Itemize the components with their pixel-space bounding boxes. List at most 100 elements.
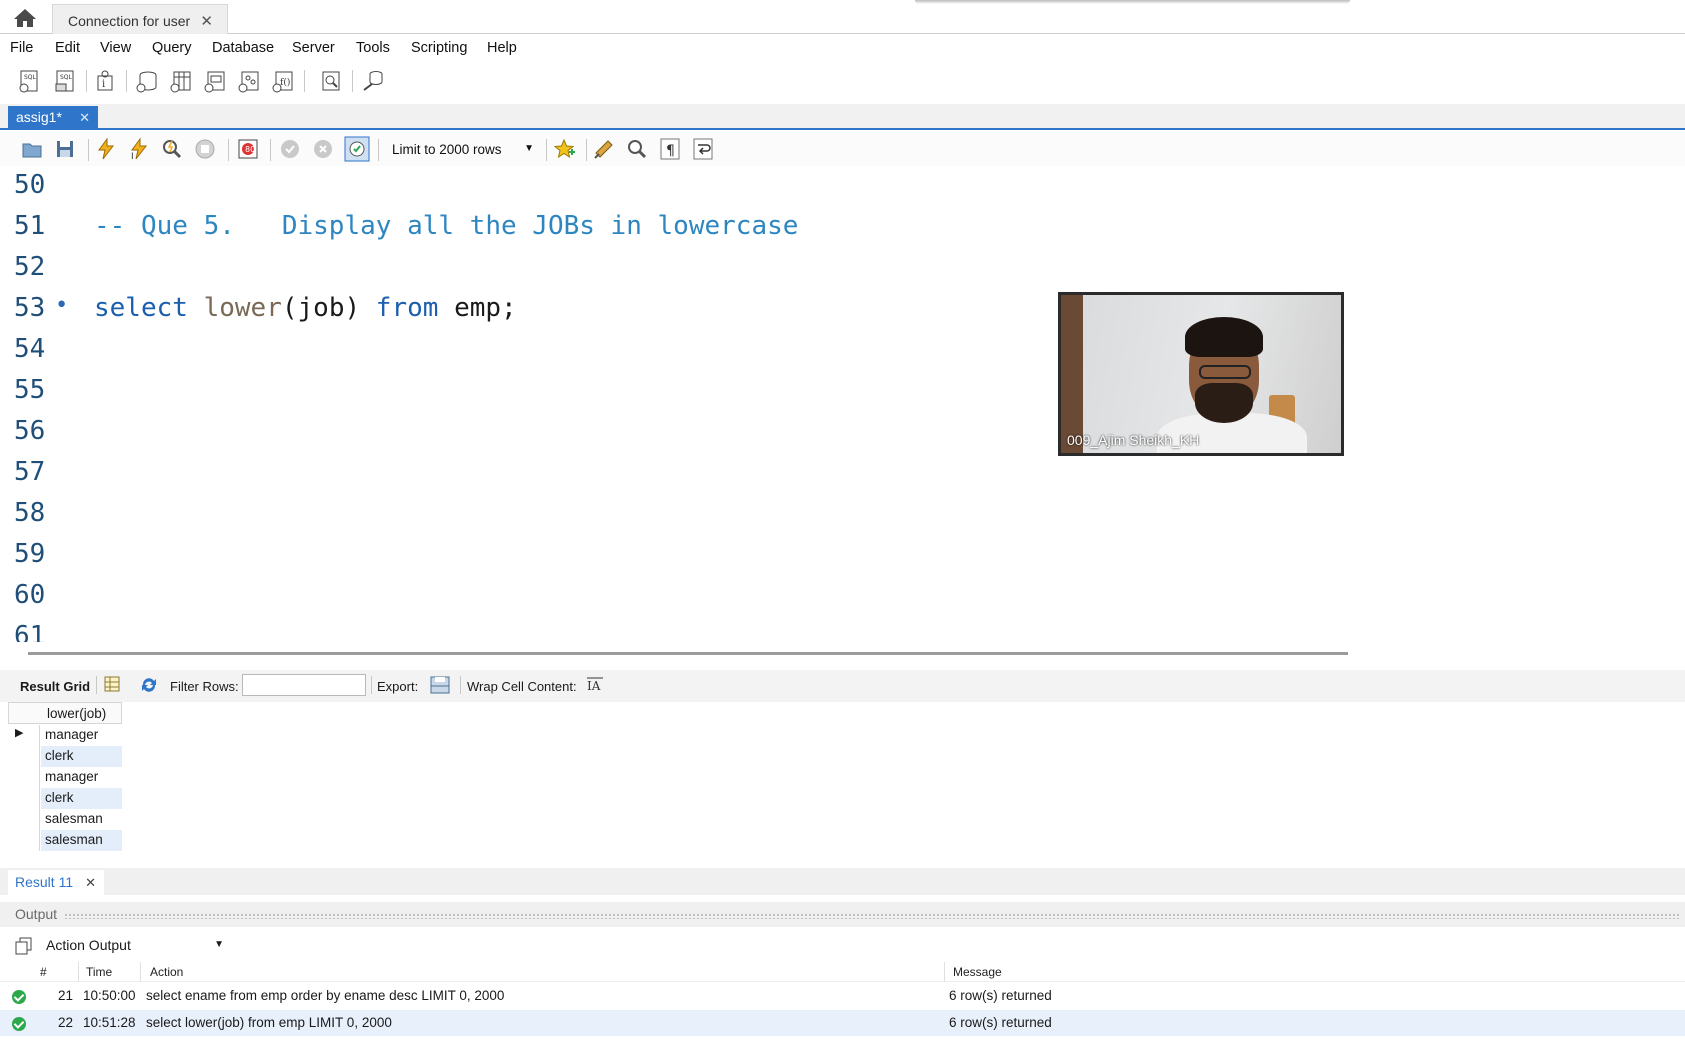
output-type-select[interactable]: Action Output ▼	[40, 933, 230, 957]
close-icon[interactable]: ✕	[79, 110, 90, 126]
explain-icon[interactable]	[160, 137, 186, 163]
menu-database[interactable]: Database	[212, 40, 274, 56]
menu-query[interactable]: Query	[152, 40, 192, 56]
row-header[interactable]	[8, 830, 40, 851]
rollback-icon[interactable]	[311, 137, 337, 163]
close-icon[interactable]: ✕	[200, 12, 213, 30]
column-header[interactable]: lower(job)	[8, 702, 122, 724]
horizontal-scrollbar[interactable]	[28, 652, 1348, 655]
grid-view-icon[interactable]	[102, 674, 122, 694]
table-row[interactable]: ▶ manager	[8, 725, 122, 746]
new-sql-tab-icon[interactable]: SQL	[16, 68, 42, 94]
toolbar-separator	[88, 139, 89, 161]
reconnect-icon[interactable]	[360, 68, 386, 94]
query-tab-assig1[interactable]: assig1* ✕	[8, 106, 98, 130]
open-file-icon[interactable]	[20, 137, 46, 163]
create-procedure-icon[interactable]	[236, 68, 262, 94]
filter-rows-input[interactable]	[242, 674, 366, 696]
menu-edit[interactable]: Edit	[55, 40, 80, 56]
toolbar-separator	[586, 139, 587, 161]
menu-view[interactable]: View	[100, 40, 131, 56]
commit-icon[interactable]	[278, 137, 304, 163]
row-header[interactable]	[8, 809, 40, 830]
filter-rows-label: Filter Rows:	[170, 679, 239, 694]
create-schema-icon[interactable]	[134, 68, 160, 94]
toolbar-separator	[126, 70, 127, 92]
save-icon[interactable]	[53, 137, 79, 163]
stop-on-error-icon[interactable]: 80	[236, 137, 262, 163]
execute-icon[interactable]	[94, 137, 120, 163]
row-header[interactable]	[8, 746, 40, 767]
create-table-icon[interactable]	[168, 68, 194, 94]
row-header[interactable]: ▶	[8, 725, 40, 746]
row-header[interactable]	[8, 788, 40, 809]
editor-line: 60	[0, 580, 1685, 621]
menu-file[interactable]: File	[10, 40, 33, 56]
result-tab[interactable]: Result 11 ✕	[8, 870, 104, 895]
find-icon[interactable]	[625, 137, 651, 163]
toolbar-separator	[460, 676, 461, 694]
add-snippet-icon[interactable]	[552, 137, 578, 163]
create-function-icon[interactable]: f()	[270, 68, 296, 94]
autocommit-toggle-icon[interactable]	[344, 136, 370, 162]
svg-text:80: 80	[245, 145, 255, 154]
sql-function: lower	[203, 293, 282, 323]
sql-editor[interactable]: 50 51 -- Que 5. Display all the JOBs in …	[0, 166, 1685, 642]
menu-bar: File Edit View Query Database Server Too…	[0, 36, 1685, 62]
svg-text:I: I	[131, 152, 134, 161]
menu-scripting[interactable]: Scripting	[411, 40, 467, 56]
menu-server[interactable]: Server	[292, 40, 335, 56]
export-icon[interactable]	[428, 674, 452, 696]
line-number: 57	[14, 457, 46, 487]
editor-line: 55	[0, 375, 1685, 416]
table-cell[interactable]: salesman	[41, 809, 122, 830]
editor-line: 50	[0, 170, 1685, 211]
create-view-icon[interactable]	[202, 68, 228, 94]
table-row[interactable]: salesman	[8, 830, 122, 851]
open-sql-script-icon[interactable]: SQL	[52, 68, 78, 94]
wrap-cell-icon[interactable]: IA	[586, 676, 604, 694]
table-cell[interactable]: salesman	[41, 830, 122, 851]
menu-tools[interactable]: Tools	[356, 40, 390, 56]
beautify-icon[interactable]	[592, 137, 618, 163]
refresh-icon[interactable]	[138, 674, 160, 696]
svg-text:SQL: SQL	[60, 74, 73, 81]
table-row[interactable]: salesman	[8, 809, 122, 830]
svg-text:IA: IA	[587, 679, 601, 693]
connection-tab[interactable]: Connection for user ✕	[52, 4, 228, 34]
action-log-row[interactable]: 21 10:50:00 select ename from emp order …	[0, 983, 1685, 1009]
copy-icon[interactable]	[14, 936, 34, 956]
video-call-overlay[interactable]: 009_Ajim Sheikh_KH	[1058, 292, 1344, 456]
table-cell[interactable]: manager	[41, 767, 122, 788]
home-icon[interactable]	[12, 7, 38, 29]
close-icon[interactable]: ✕	[85, 875, 96, 891]
table-row[interactable]: clerk	[8, 788, 122, 809]
line-number: 55	[14, 375, 46, 405]
table-cell[interactable]: clerk	[41, 746, 122, 767]
svg-text:¶: ¶	[666, 143, 675, 159]
action-log-row[interactable]: 22 10:51:28 select lower(job) from emp L…	[0, 1010, 1685, 1036]
action-log-header: # Time Action Message	[0, 962, 1685, 982]
output-panel-header: Output	[0, 902, 1685, 927]
inspector-icon[interactable]: i	[92, 68, 118, 94]
result-toolbar: Result Grid Filter Rows: Export: Wrap Ce…	[0, 670, 1685, 702]
table-cell[interactable]: clerk	[41, 788, 122, 809]
invisible-characters-icon[interactable]: ¶	[658, 137, 684, 163]
toolbar-separator	[270, 139, 271, 161]
word-wrap-icon[interactable]	[691, 137, 717, 163]
table-row[interactable]: manager	[8, 767, 122, 788]
result-grid-label[interactable]: Result Grid	[20, 679, 90, 694]
menu-help[interactable]: Help	[487, 40, 517, 56]
row-header[interactable]	[8, 767, 40, 788]
execute-current-icon[interactable]: I	[127, 137, 153, 163]
line-number: 52	[14, 252, 46, 282]
table-row[interactable]: clerk	[8, 746, 122, 767]
table-cell[interactable]: manager	[41, 725, 122, 746]
limit-rows-select[interactable]: Limit to 2000 rows ▼	[384, 138, 540, 162]
participant-video	[1199, 365, 1251, 379]
stop-icon[interactable]	[193, 137, 219, 163]
line-number: 60	[14, 580, 46, 610]
log-action: select lower(job) from emp LIMIT 0, 2000	[146, 1015, 392, 1030]
search-table-data-icon[interactable]	[318, 68, 344, 94]
panel-drag-handle[interactable]	[64, 913, 1679, 919]
